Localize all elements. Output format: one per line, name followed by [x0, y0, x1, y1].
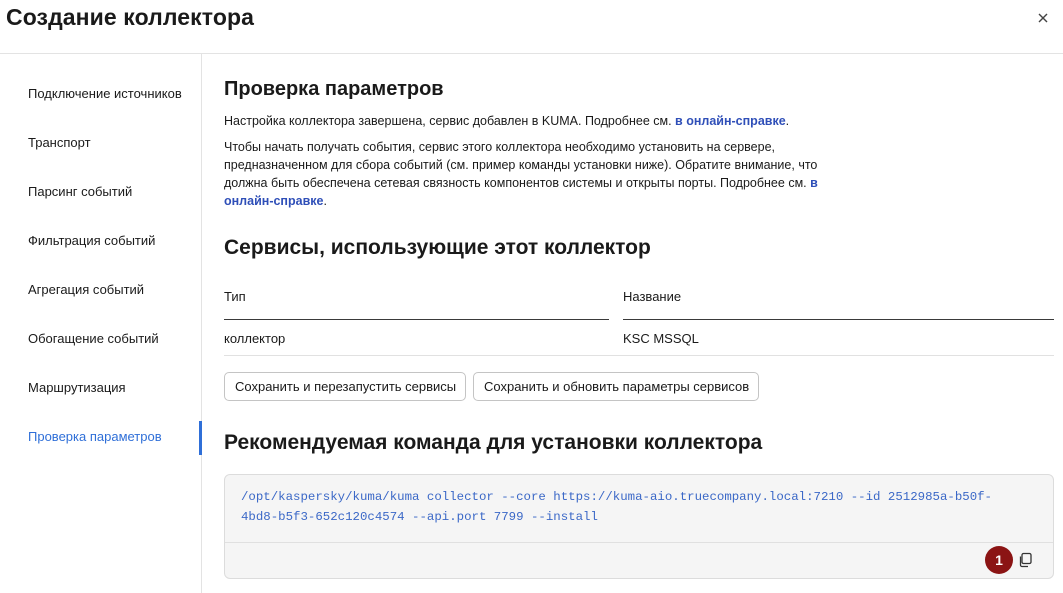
install-command[interactable]: /opt/kaspersky/kuma/kuma collector --cor…: [241, 488, 1041, 527]
install-text: Чтобы начать получать события, сервис эт…: [224, 140, 818, 190]
wizard-steps-sidebar: Подключение источников Транспорт Парсинг…: [0, 54, 202, 593]
step-source-connection[interactable]: Подключение источников: [28, 86, 182, 101]
copy-button[interactable]: [1017, 551, 1033, 569]
completion-text: Настройка коллектора завершена, сервис д…: [224, 114, 676, 128]
save-restart-services-button[interactable]: Сохранить и перезапустить сервисы: [224, 372, 466, 401]
copy-icon: [1019, 552, 1032, 568]
install-text-end: .: [323, 194, 327, 208]
step-transport[interactable]: Транспорт: [28, 135, 91, 150]
close-button[interactable]: [1033, 8, 1053, 28]
install-command-box: /opt/kaspersky/kuma/kuma collector --cor…: [224, 474, 1054, 579]
command-line: 4bd8-b5f3-652c120c4574 --api.port 7799 -…: [241, 509, 598, 524]
code-divider: [225, 542, 1053, 543]
column-header-type[interactable]: Тип: [224, 289, 246, 304]
column-header-name[interactable]: Название: [623, 289, 681, 304]
dialog-header: Создание коллектора: [0, 0, 1063, 54]
step-routing[interactable]: Маршрутизация: [28, 380, 126, 395]
active-step-indicator: [199, 421, 202, 455]
row-divider: [224, 355, 1054, 356]
table-cell-name[interactable]: KSC MSSQL: [623, 331, 699, 346]
step-event-filtering[interactable]: Фильтрация событий: [28, 233, 155, 248]
save-update-services-button[interactable]: Сохранить и обновить параметры сервисов: [473, 372, 759, 401]
annotation-badge: 1: [985, 546, 1013, 574]
step-event-parsing[interactable]: Парсинг событий: [28, 184, 132, 199]
command-heading: Рекомендуемая команда для установки колл…: [224, 431, 763, 454]
header-divider: [224, 319, 609, 320]
table-cell-type: коллектор: [224, 331, 286, 346]
close-icon: [1038, 13, 1048, 23]
install-paragraph: Чтобы начать получать события, сервис эт…: [224, 138, 824, 210]
completion-text-end: .: [785, 114, 790, 128]
step-parameter-check[interactable]: Проверка параметров: [28, 429, 162, 444]
step-event-enrichment[interactable]: Обогащение событий: [28, 331, 159, 346]
services-heading: Сервисы, использующие этот коллектор: [224, 236, 651, 259]
verify-heading: Проверка параметров: [224, 78, 444, 100]
completion-paragraph: Настройка коллектора завершена, сервис д…: [224, 112, 824, 130]
online-help-link[interactable]: в онлайн-справке: [675, 114, 786, 128]
dialog-title: Создание коллектора: [6, 4, 255, 30]
command-line: /opt/kaspersky/kuma/kuma collector --cor…: [241, 490, 992, 504]
step-event-aggregation[interactable]: Агрегация событий: [28, 282, 144, 297]
header-divider: [623, 319, 1054, 320]
